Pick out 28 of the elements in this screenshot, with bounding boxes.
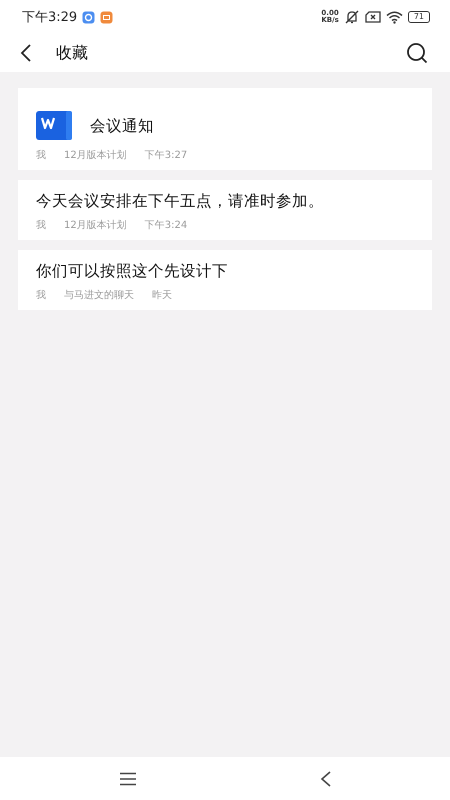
item-title: 今天会议安排在下午五点，请准时参加。 (36, 191, 324, 212)
favorite-card[interactable]: 你们可以按照这个先设计下 我 与马进文的聊天 昨天 (18, 250, 432, 310)
item-time: 下午3:24 (144, 219, 188, 232)
item-source: 与马进文的聊天 (64, 288, 134, 302)
favorite-card[interactable]: 会议通知 我 12月版本计划 下午3:27 (18, 88, 432, 170)
word-document-icon (36, 111, 72, 140)
app-icon (100, 10, 114, 24)
item-time: 下午3:27 (144, 149, 188, 162)
item-title: 你们可以按照这个先设计下 (36, 261, 228, 282)
item-sender: 我 (36, 148, 46, 162)
favorite-card[interactable]: 今天会议安排在下午五点，请准时参加。 我 12月版本计划 下午3:24 (18, 180, 432, 240)
item-sender: 我 (36, 288, 46, 302)
menu-icon (118, 772, 136, 786)
item-source: 12月版本计划 (64, 218, 127, 232)
back-icon (20, 44, 32, 62)
battery-level: 71 (408, 11, 430, 23)
back-icon (320, 770, 332, 786)
item-time: 昨天 (152, 289, 172, 302)
app-icon (82, 10, 96, 24)
sim-off-icon (364, 11, 381, 23)
page-title: 收藏 (56, 42, 88, 64)
status-time: 下午3:29 (22, 9, 78, 26)
item-sender: 我 (36, 218, 46, 232)
bell-muted-icon (344, 10, 360, 24)
item-title: 会议通知 (90, 116, 154, 136)
search-icon (406, 42, 428, 64)
item-source: 12月版本计划 (64, 148, 127, 162)
wifi-icon (386, 10, 403, 24)
